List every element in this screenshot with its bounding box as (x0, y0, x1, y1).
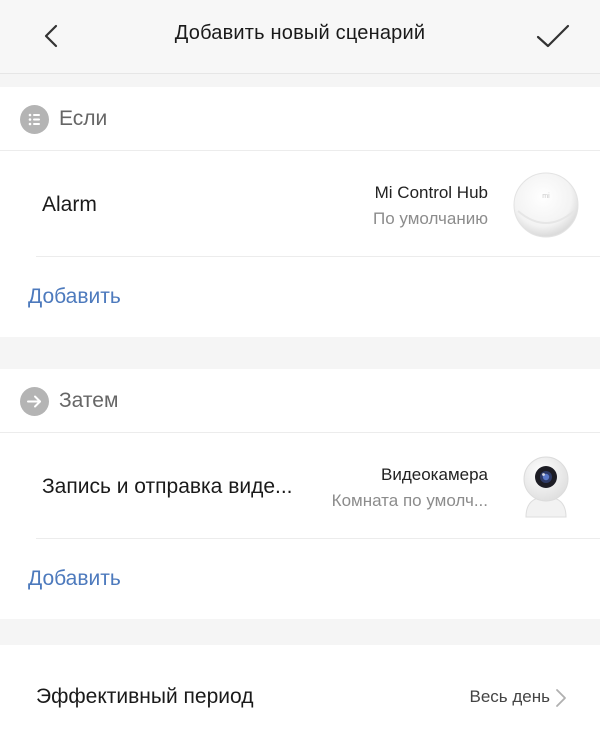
action-title: Запись и отправка виде... (42, 475, 293, 498)
then-section-header: Затем (0, 369, 600, 433)
list-icon (20, 105, 49, 134)
action-device-info: Видеокамера Комната по умолч... (288, 465, 488, 511)
then-section: Затем Запись и отправка виде... Видеокам… (0, 369, 600, 619)
condition-device-info: Mi Control Hub По умолчанию (288, 183, 488, 229)
condition-title: Alarm (42, 193, 97, 216)
add-condition-link[interactable]: Добавить (28, 285, 121, 309)
if-section-header: Если (0, 87, 600, 151)
chevron-right-icon (556, 689, 566, 707)
if-section: Если Alarm Mi Control Hub По умолчанию m… (0, 87, 600, 337)
action-row[interactable]: Запись и отправка виде... Видеокамера Ко… (0, 433, 600, 539)
if-section-label: Если (59, 107, 108, 130)
row-divider (36, 538, 600, 539)
top-bar: Добавить новый сценарий (0, 0, 600, 74)
condition-row[interactable]: Alarm Mi Control Hub По умолчанию mi (0, 151, 600, 257)
period-label: Эффективный период (36, 685, 254, 708)
page-title: Добавить новый сценарий (174, 22, 426, 44)
hub-device-icon: mi (513, 172, 579, 238)
then-section-label: Затем (59, 389, 119, 412)
action-device-room: Комната по умолч... (331, 491, 488, 510)
period-value: Весь день (469, 687, 551, 706)
confirm-button[interactable] (528, 14, 576, 58)
camera-device-icon (523, 456, 569, 518)
condition-device-room: По умолчанию (373, 209, 488, 228)
svg-text:mi: mi (542, 193, 550, 200)
add-action-link[interactable]: Добавить (28, 567, 121, 591)
action-device-name: Видеокамера (381, 465, 488, 484)
row-divider (36, 256, 600, 257)
checkmark-icon (536, 24, 570, 48)
arrow-right-icon (20, 387, 49, 416)
effective-period-row[interactable]: Эффективный период Весь день (0, 645, 600, 750)
condition-device-name: Mi Control Hub (374, 183, 488, 202)
period-section: Эффективный период Весь день (0, 645, 600, 750)
